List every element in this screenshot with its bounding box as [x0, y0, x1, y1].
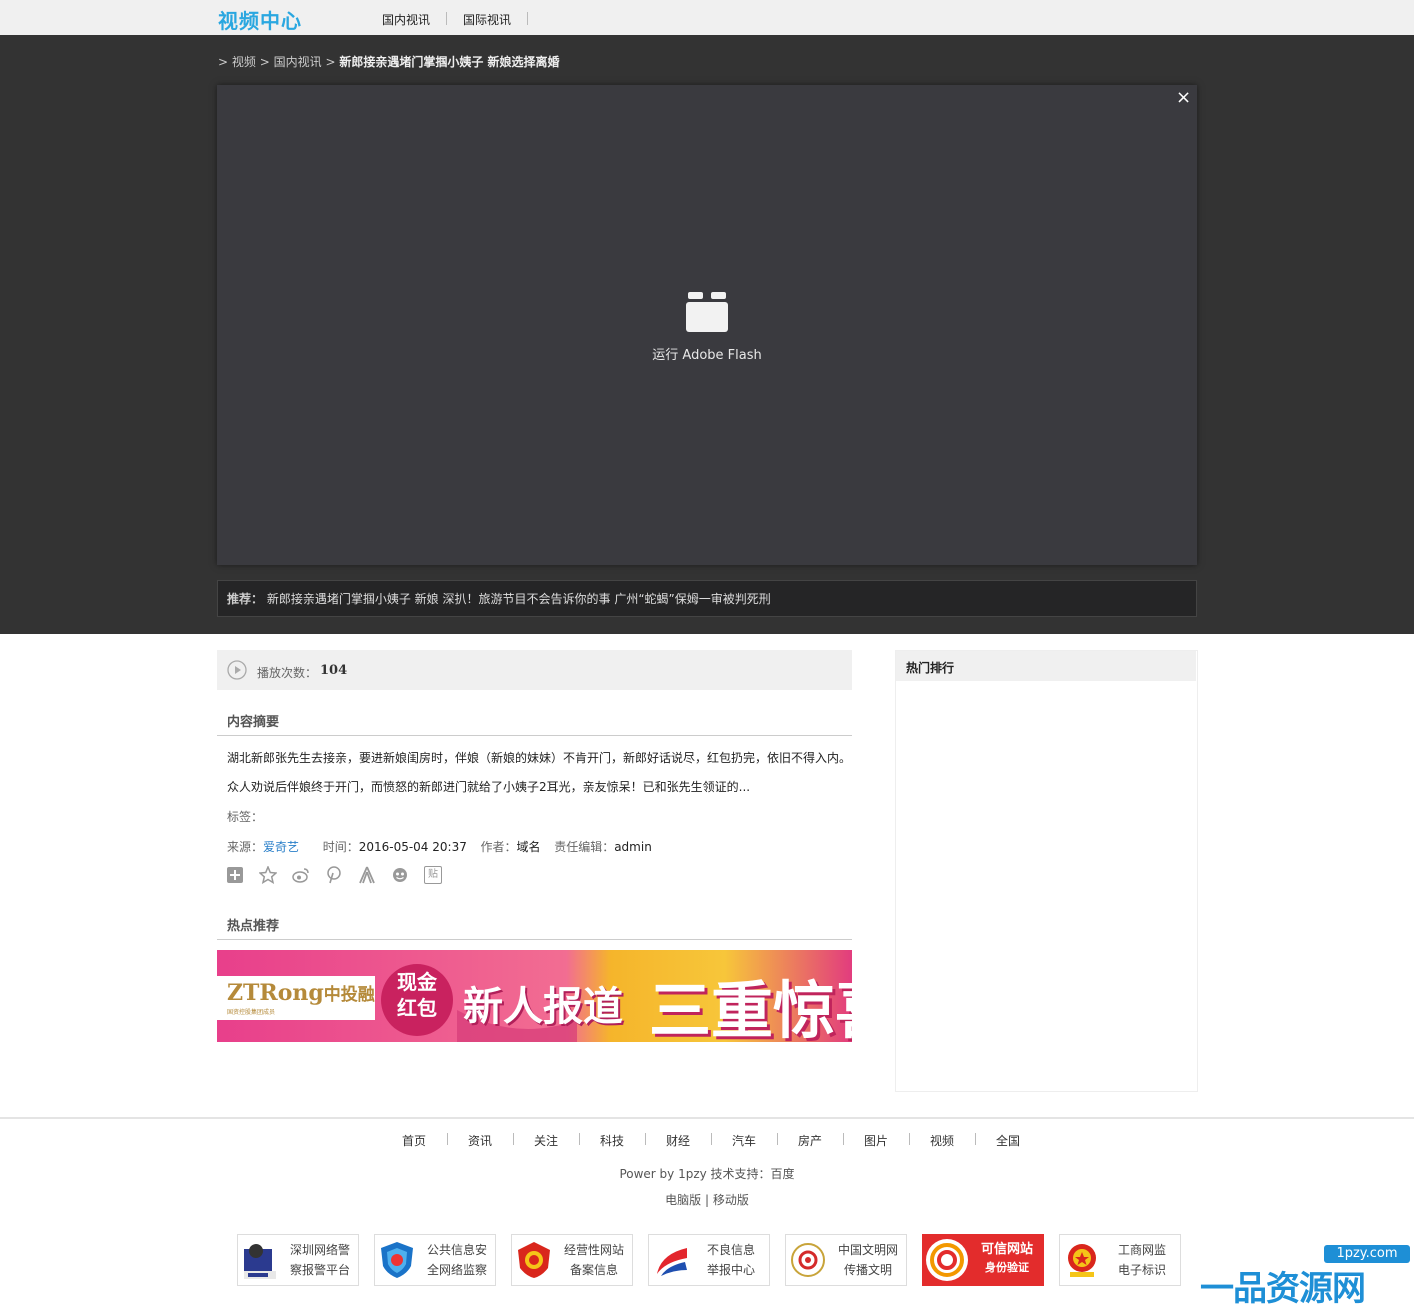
powered-by: Power by 1pzy 技术支持：百度	[619, 1167, 795, 1181]
emblem-icon	[1068, 1244, 1096, 1277]
ad-headline: 新人报道	[463, 984, 623, 1030]
badge-security[interactable]: 公共信息安 全网络监察	[374, 1234, 496, 1286]
pc-version-link[interactable]: 电脑版	[665, 1193, 701, 1207]
footer-sep	[579, 1133, 580, 1145]
nav-domestic[interactable]: 国内视讯	[382, 11, 430, 28]
badge-report[interactable]: 不良信息 举报中心	[648, 1234, 770, 1286]
recommend-item[interactable]: 新郎接亲遇堵门掌掴小姨子 新娘	[267, 592, 439, 606]
play-count-value: 104	[320, 663, 348, 678]
editor-label: 责任编辑：	[554, 840, 615, 854]
source-label: 来源：	[227, 840, 264, 854]
summary-line-2: 众人劝说后伴娘终于开门，而愤怒的新郎进门就给了小姨子2耳光，亲友惊呆！已和张先生…	[227, 780, 751, 794]
nav-international[interactable]: 国际视讯	[463, 11, 511, 28]
police-icon	[244, 1244, 276, 1279]
pinterest-share-icon[interactable]	[325, 866, 343, 884]
hot-divider	[217, 939, 852, 940]
time-label: 时间：	[322, 840, 359, 854]
version-switch: 电脑版 | 移动版	[0, 1191, 1414, 1208]
footer-link-finance[interactable]: 财经	[666, 1132, 690, 1149]
ad-headline-2: 三重惊喜	[649, 974, 852, 1042]
footer-sep	[909, 1133, 910, 1145]
summary-title: 内容摘要	[227, 715, 280, 730]
footer-link-focus[interactable]: 关注	[534, 1132, 558, 1149]
ad-logo-sub: 国资控股集团成员	[227, 1009, 276, 1016]
summary-divider	[217, 735, 852, 736]
recommend-item[interactable]: 广州“蛇蝎”保姆一审被判死刑	[614, 592, 770, 606]
publish-time: 2016-05-04 20:37	[358, 840, 467, 854]
site-title[interactable]: 视频中心	[218, 5, 302, 34]
badge-record[interactable]: 经营性网站 备案信息	[511, 1234, 633, 1286]
author-label: 作者：	[480, 840, 517, 854]
tags-label: 标签：	[227, 810, 264, 824]
recommend-label: 推荐：	[227, 592, 264, 606]
footer-link-news[interactable]: 资讯	[468, 1132, 492, 1149]
breadcrumb-current: 新郎接亲遇堵门掌掴小姨子 新娘选择离婚	[339, 55, 560, 69]
footer-sep	[843, 1133, 844, 1145]
footer-link-national[interactable]: 全国	[996, 1132, 1020, 1149]
record-icon	[518, 1242, 550, 1278]
author-name: 域名	[516, 840, 541, 854]
nav-divider	[527, 12, 528, 25]
footer-link-video[interactable]: 视频	[930, 1132, 954, 1149]
trusted-site-icon	[926, 1239, 968, 1281]
hot-recommend-title: 热点推荐	[227, 919, 280, 934]
hot-ranking-panel	[895, 650, 1198, 1092]
footer-link-home[interactable]: 首页	[402, 1132, 426, 1149]
footer-sep	[777, 1133, 778, 1145]
brand-name: 一品资源网	[1200, 1269, 1366, 1309]
badge-civilization[interactable]: 中国文明网 传播文明	[785, 1234, 907, 1286]
hot-ranking-title: 热门排行	[906, 661, 955, 675]
breadcrumb-sep: >	[325, 55, 336, 69]
recommend-list: 推荐： 新郎接亲遇堵门掌掴小姨子 新娘 深扒！旅游节目不会告诉你的事 广州“蛇蝎…	[227, 590, 771, 607]
play-count-label: 播放次数：	[257, 666, 318, 680]
source-link[interactable]: 爱奇艺	[263, 840, 299, 854]
summary-line-1: 湖北新郎张先生去接亲，要进新娘闺房时，伴娘（新娘的妹妹）不肯开门，新郎好话说尽，…	[227, 751, 852, 765]
ad-bubble: 现金 红包	[397, 970, 437, 1020]
badge-police[interactable]: 深圳网络警 察报警平台	[237, 1234, 359, 1286]
editor-name: admin	[614, 840, 652, 854]
footer-link-tech[interactable]: 科技	[600, 1132, 624, 1149]
recommend-item[interactable]: 深扒！旅游节目不会告诉你的事	[443, 592, 611, 606]
footer-sep	[975, 1133, 976, 1145]
star-share-icon[interactable]	[259, 866, 277, 884]
ad-logo: ZTRong中投融	[227, 980, 375, 1006]
mobile-version-link[interactable]: 移动版	[713, 1193, 749, 1207]
report-icon	[657, 1248, 687, 1276]
breadcrumb: > 视频 > 国内视讯 > 新郎接亲遇堵门掌掴小姨子 新娘选择离婚	[218, 53, 560, 70]
footer-sep	[645, 1133, 646, 1145]
brand-watermark: 1pzy.com 一品资源网	[1200, 1245, 1414, 1309]
plus-share-icon[interactable]	[226, 866, 244, 884]
top-nav-bar	[0, 0, 1414, 35]
close-player-button[interactable]: ×	[1176, 89, 1191, 107]
weibo-share-icon[interactable]	[292, 866, 310, 884]
breadcrumb-domestic[interactable]: 国内视讯	[274, 55, 322, 69]
tieba-share-icon[interactable]: 贴	[424, 866, 442, 884]
renren-share-icon[interactable]	[358, 866, 376, 884]
badge-business[interactable]: 工商网监 电子标识	[1059, 1234, 1181, 1286]
footer-sep	[513, 1133, 514, 1145]
footer-sep	[447, 1133, 448, 1145]
footer-sep	[711, 1133, 712, 1145]
badge-trusted-site[interactable]: 可信网站 身份验证	[922, 1234, 1044, 1286]
ad-banner[interactable]: ZTRong中投融 国资控股集团成员 现金红包 新人报道 三重惊喜	[217, 950, 852, 1042]
breadcrumb-sep: >	[218, 55, 229, 69]
footer-link-pictures[interactable]: 图片	[864, 1132, 888, 1149]
article-meta: 来源：爱奇艺 时间：2016-05-04 20:37 作者：域名 责任编辑：ad…	[227, 838, 652, 855]
run-flash-label[interactable]: 运行 Adobe Flash	[607, 344, 807, 363]
version-sep: |	[704, 1193, 710, 1207]
breadcrumb-sep: >	[259, 55, 270, 69]
footer-link-auto[interactable]: 汽车	[732, 1132, 756, 1149]
nav-divider	[446, 12, 447, 25]
civilization-icon	[791, 1243, 825, 1277]
shield-icon	[381, 1242, 413, 1278]
play-icon	[227, 660, 247, 680]
breadcrumb-video[interactable]: 视频	[232, 55, 256, 69]
footer-divider	[0, 1117, 1414, 1119]
kaixin-share-icon[interactable]	[391, 866, 409, 884]
footer-link-property[interactable]: 房产	[798, 1132, 822, 1149]
plugin-icon[interactable]	[686, 292, 728, 332]
